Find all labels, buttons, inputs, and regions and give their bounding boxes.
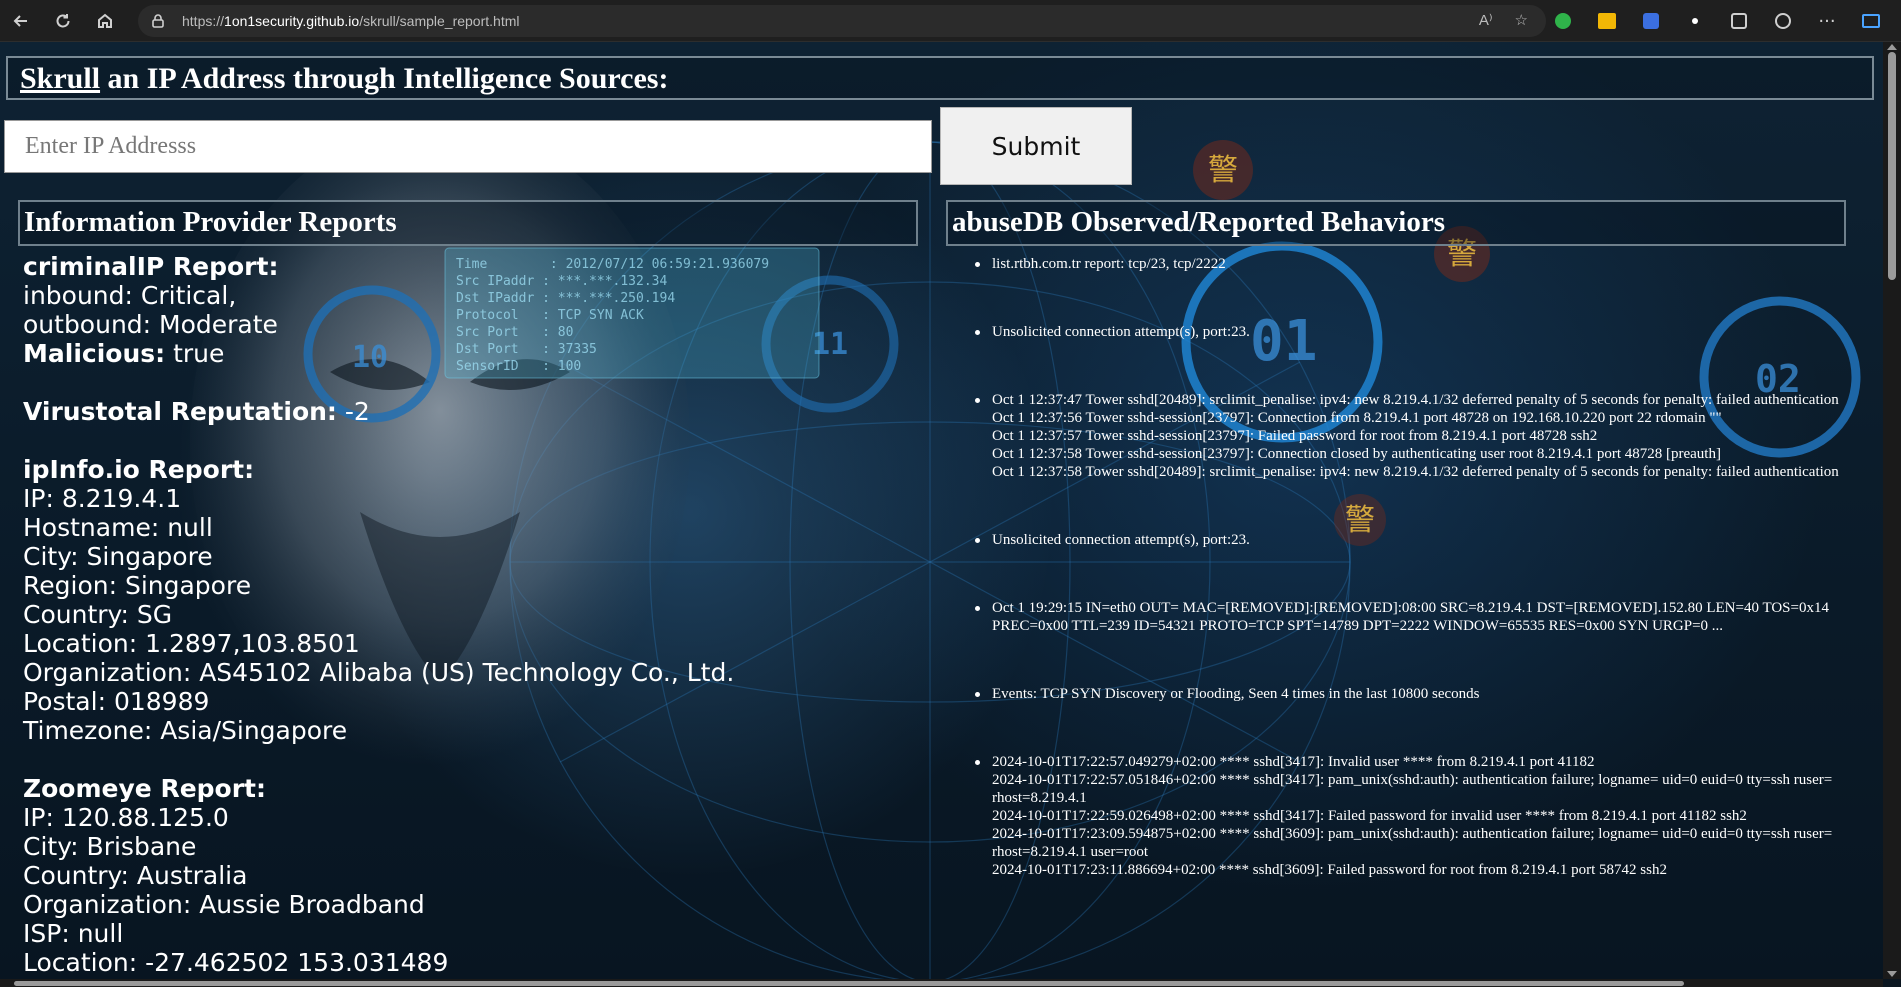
- ipinfo-line: Postal: 018989: [23, 687, 210, 716]
- extension-shield-icon[interactable]: [1629, 0, 1673, 42]
- back-button[interactable]: [0, 0, 42, 42]
- ipinfo-line: Region: Singapore: [23, 571, 252, 600]
- criminalip-inbound: inbound: Critical,: [23, 281, 237, 310]
- info-provider-heading: Information Provider Reports: [18, 200, 918, 246]
- page-title: Skrull an IP Address through Intelligenc…: [20, 62, 668, 96]
- submit-button[interactable]: Submit: [940, 107, 1132, 185]
- zoomeye-line: ISP: null: [23, 919, 124, 948]
- read-aloud-icon[interactable]: A⁾: [1479, 11, 1493, 29]
- sidebar-toggle-icon[interactable]: [1849, 0, 1893, 42]
- ipinfo-line: Hostname: null: [23, 513, 213, 542]
- malicious-value: true: [165, 339, 225, 368]
- abuse-report-line: Oct 1 12:37:47 Tower sshd[20489]: srclim…: [992, 392, 1839, 408]
- home-icon: [98, 13, 112, 28]
- abuse-report-line: Oct 1 12:37:58 Tower sshd-session[23797]…: [992, 446, 1721, 462]
- abuse-report-line: 2024-10-01T17:23:09.594875+02:00 **** ss…: [992, 826, 1833, 860]
- horizontal-scrollbar[interactable]: [0, 979, 1883, 987]
- extension-green-icon[interactable]: [1541, 0, 1585, 42]
- url-scheme: https://: [182, 13, 225, 29]
- virustotal-value: -2: [336, 397, 370, 426]
- extensions-bar: ···: [1541, 0, 1893, 42]
- abuse-report-line: list.rtbh.com.tr report: tcp/23, tcp/222…: [992, 256, 1226, 272]
- address-bar[interactable]: https://1on1security.github.io/skrull/sa…: [138, 5, 1546, 37]
- provider-reports: criminalIP Report: inbound: Critical, ou…: [23, 252, 923, 977]
- page-content: 10 11 01 02 警 警 警 Time : 2012/07/12 06:5…: [0, 42, 1883, 979]
- zoomeye-title: Zoomeye Report:: [23, 774, 266, 803]
- lock-icon: [152, 14, 164, 28]
- abuse-report-line: 2024-10-01T17:22:59.026498+02:00 **** ss…: [992, 808, 1747, 824]
- home-button[interactable]: [84, 0, 126, 42]
- abuse-report-item: Unsolicited connection attempt(s), port:…: [972, 323, 1842, 341]
- zoomeye-line: IP: 120.88.125.0: [23, 803, 229, 832]
- abuse-report-line: Unsolicited connection attempt(s), port:…: [992, 324, 1250, 340]
- abuse-report-item: list.rtbh.com.tr report: tcp/23, tcp/222…: [972, 255, 1842, 273]
- abusedb-heading: abuseDB Observed/Reported Behaviors: [946, 200, 1846, 246]
- url-text: https://1on1security.github.io/skrull/sa…: [182, 13, 519, 29]
- abuse-report-item: Events: TCP SYN Discovery or Flooding, S…: [972, 685, 1842, 703]
- scroll-down-arrow-icon[interactable]: [1887, 971, 1897, 977]
- abusedb-reports: list.rtbh.com.tr report: tcp/23, tcp/222…: [972, 255, 1842, 929]
- abuse-report-line: Events: TCP SYN Discovery or Flooding, S…: [992, 686, 1480, 702]
- abuse-report-list: list.rtbh.com.tr report: tcp/23, tcp/222…: [972, 255, 1842, 879]
- favorite-star-icon[interactable]: ☆: [1515, 11, 1528, 29]
- ipinfo-line: City: Singapore: [23, 542, 213, 571]
- page-title-text: an IP Address through Intelligence Sourc…: [100, 62, 669, 95]
- extension-yellow-icon[interactable]: [1585, 0, 1629, 42]
- abuse-report-line: 2024-10-01T17:23:11.886694+02:00 **** ss…: [992, 862, 1667, 878]
- back-arrow-icon: [13, 14, 27, 27]
- criminalip-malicious: Malicious: true: [23, 339, 923, 368]
- ipinfo-line: Country: SG: [23, 600, 173, 629]
- extensions-puzzle-icon[interactable]: [1717, 0, 1761, 42]
- zoomeye-line: Location: -27.462502 153.031489: [23, 948, 449, 977]
- extension-dot-icon[interactable]: [1673, 0, 1717, 42]
- abuse-report-item: Unsolicited connection attempt(s), port:…: [972, 531, 1842, 549]
- zoomeye-line: Organization: Aussie Broadband: [23, 890, 425, 919]
- more-menu-icon[interactable]: ···: [1805, 0, 1849, 42]
- abuse-report-line: Oct 1 12:37:56 Tower sshd-session[23797]…: [992, 410, 1722, 426]
- ipinfo-line: Location: 1.2897,103.8501: [23, 629, 360, 658]
- abuse-report-line: Oct 1 12:37:57 Tower sshd-session[23797]…: [992, 428, 1598, 444]
- abuse-report-line: Oct 1 19:29:15 IN=eth0 OUT= MAC=[REMOVED…: [992, 600, 1829, 634]
- abuse-report-line: Oct 1 12:37:58 Tower sshd[20489]: srclim…: [992, 464, 1839, 480]
- skrull-link[interactable]: Skrull: [20, 62, 100, 95]
- zoomeye-line: City: Brisbane: [23, 832, 197, 861]
- ip-address-input[interactable]: [4, 120, 932, 173]
- refresh-button[interactable]: [42, 0, 84, 42]
- scroll-up-arrow-icon[interactable]: [1887, 44, 1897, 50]
- criminalip-outbound: outbound: Moderate: [23, 310, 278, 339]
- malicious-label: Malicious:: [23, 339, 166, 368]
- url-path: /skrull/sample_report.html: [359, 13, 520, 29]
- abuse-report-line: 2024-10-01T17:22:57.051846+02:00 **** ss…: [992, 772, 1833, 806]
- browser-toolbar: https://1on1security.github.io/skrull/sa…: [0, 0, 1901, 42]
- virustotal-label: Virustotal Reputation:: [23, 397, 337, 426]
- zoomeye-line: Country: Australia: [23, 861, 248, 890]
- abuse-report-line: 2024-10-01T17:22:57.049279+02:00 **** ss…: [992, 754, 1595, 770]
- criminalip-title: criminalIP Report:: [23, 252, 279, 281]
- ipinfo-title: ipInfo.io Report:: [23, 455, 255, 484]
- abuse-report-line: Unsolicited connection attempt(s), port:…: [992, 532, 1250, 548]
- ipinfo-line: Organization: AS45102 Alibaba (US) Techn…: [23, 658, 735, 687]
- abuse-report-item: Oct 1 12:37:47 Tower sshd[20489]: srclim…: [972, 391, 1842, 481]
- warning-badge-1: 警: [1208, 153, 1238, 188]
- ipinfo-line: IP: 8.219.4.1: [23, 484, 182, 513]
- abuse-report-item: Oct 1 19:29:15 IN=eth0 OUT= MAC=[REMOVED…: [972, 599, 1842, 635]
- abuse-report-item: 2024-10-01T17:22:57.049279+02:00 **** ss…: [972, 753, 1842, 879]
- virustotal-reputation: Virustotal Reputation: -2: [23, 397, 923, 426]
- vertical-scrollbar[interactable]: [1883, 42, 1901, 979]
- vertical-scroll-thumb[interactable]: [1888, 52, 1896, 280]
- ipinfo-line: Timezone: Asia/Singapore: [23, 716, 348, 745]
- url-host: 1on1security.github.io: [224, 13, 360, 29]
- horizontal-scroll-thumb[interactable]: [14, 981, 1684, 986]
- refresh-icon: [56, 13, 70, 27]
- page-title-box: Skrull an IP Address through Intelligenc…: [6, 56, 1874, 100]
- history-icon[interactable]: [1761, 0, 1805, 42]
